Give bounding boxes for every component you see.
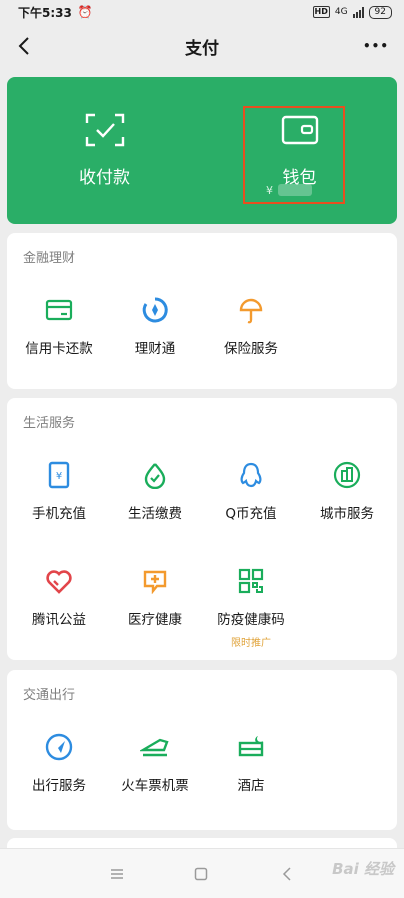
- item-label: 城市服务: [320, 506, 374, 522]
- title-bar: 支付 •••: [0, 24, 404, 68]
- hd-badge: HD: [312, 6, 330, 18]
- section-title: 金融理财: [23, 251, 76, 266]
- status-right: HD 4G 92: [312, 5, 392, 19]
- status-time: 下午5:33: [18, 5, 72, 20]
- credit-card-icon: [44, 295, 74, 325]
- scan-receive-icon: [85, 113, 124, 147]
- promo-tag: 限时推广: [231, 638, 271, 649]
- medical-cross-icon: [140, 566, 170, 596]
- transport-section: 交通出行 出行服务 火车票机票 酒店: [7, 670, 397, 830]
- item-label: 生活缴费: [128, 506, 182, 522]
- section-title: 交通出行: [23, 688, 76, 703]
- wealth-icon: [140, 295, 170, 325]
- home-square-icon: [194, 867, 208, 881]
- hotel-button[interactable]: 酒店: [203, 732, 299, 794]
- navigation-arrow-icon: [44, 732, 74, 762]
- life-services-section: 生活服务 ¥ 手机充值 生活缴费 Q币充值 城市服务 腾讯公益 医疗健康 防疫健…: [7, 398, 397, 660]
- qq-penguin-icon: [236, 460, 266, 490]
- menu-nav-button[interactable]: [106, 863, 128, 885]
- item-label: 保险服务: [224, 341, 278, 357]
- city-buildings-icon: [332, 460, 362, 490]
- utility-bill-button[interactable]: 生活缴费: [107, 460, 203, 522]
- battery-indicator: 92: [368, 5, 392, 19]
- item-label: Q币充值: [225, 506, 277, 522]
- finance-section: 金融理财 信用卡还款 理财通 保险服务: [7, 233, 397, 389]
- medical-health-button[interactable]: 医疗健康: [107, 566, 203, 628]
- health-code-button[interactable]: 防疫健康码 限时推广: [203, 566, 299, 649]
- menu-icon: [111, 869, 123, 879]
- tencent-charity-button[interactable]: 腾讯公益: [11, 566, 107, 628]
- back-nav-button[interactable]: [276, 863, 298, 885]
- page-title: 支付: [185, 38, 219, 59]
- back-triangle-icon: [282, 867, 291, 881]
- qr-code-icon: [236, 566, 266, 596]
- receive-pay-button[interactable]: 收付款: [7, 77, 202, 224]
- wealth-button[interactable]: 理财通: [107, 295, 203, 357]
- more-icon: •••: [362, 39, 389, 53]
- svg-text:¥: ¥: [56, 471, 62, 482]
- item-label: 医疗健康: [128, 612, 182, 628]
- insurance-umbrella-icon: [236, 295, 266, 325]
- item-label: 手机充值: [32, 506, 86, 522]
- network-label: 4G: [334, 7, 348, 17]
- more-button[interactable]: •••: [362, 32, 390, 60]
- item-label: 腾讯公益: [32, 612, 86, 628]
- item-label: 防疫健康码: [217, 612, 285, 628]
- phone-recharge-icon: ¥: [44, 460, 74, 490]
- alarm-clock-icon: ⏰: [77, 5, 93, 19]
- item-label: 火车票机票: [121, 778, 189, 794]
- item-label: 信用卡还款: [25, 341, 93, 357]
- insurance-button[interactable]: 保险服务: [203, 295, 299, 357]
- phone-recharge-button[interactable]: ¥ 手机充值: [11, 460, 107, 522]
- home-nav-button[interactable]: [190, 863, 212, 885]
- city-services-button[interactable]: 城市服务: [299, 460, 395, 522]
- back-button[interactable]: [10, 32, 38, 60]
- q-coin-recharge-button[interactable]: Q币充值: [203, 460, 299, 522]
- item-label: 出行服务: [32, 778, 86, 794]
- receive-pay-label: 收付款: [79, 168, 130, 188]
- hotel-bed-icon: [236, 732, 266, 762]
- baidu-watermark: Bai 经验: [332, 860, 394, 878]
- credit-card-repay-button[interactable]: 信用卡还款: [11, 295, 107, 357]
- travel-services-button[interactable]: 出行服务: [11, 732, 107, 794]
- train-flight-tickets-button[interactable]: 火车票机票: [107, 732, 203, 794]
- signal-icon: [352, 6, 364, 18]
- utility-bill-icon: [140, 460, 170, 490]
- status-bar: 下午5:33 ⏰ HD 4G 92: [0, 0, 404, 24]
- item-label: 理财通: [134, 341, 176, 357]
- train-icon: [140, 732, 170, 762]
- chevron-left-icon: [18, 37, 29, 55]
- section-title: 生活服务: [23, 416, 76, 431]
- item-label: 酒店: [237, 778, 265, 794]
- charity-heart-icon: [44, 566, 74, 596]
- wallet-highlight-box: [243, 106, 345, 204]
